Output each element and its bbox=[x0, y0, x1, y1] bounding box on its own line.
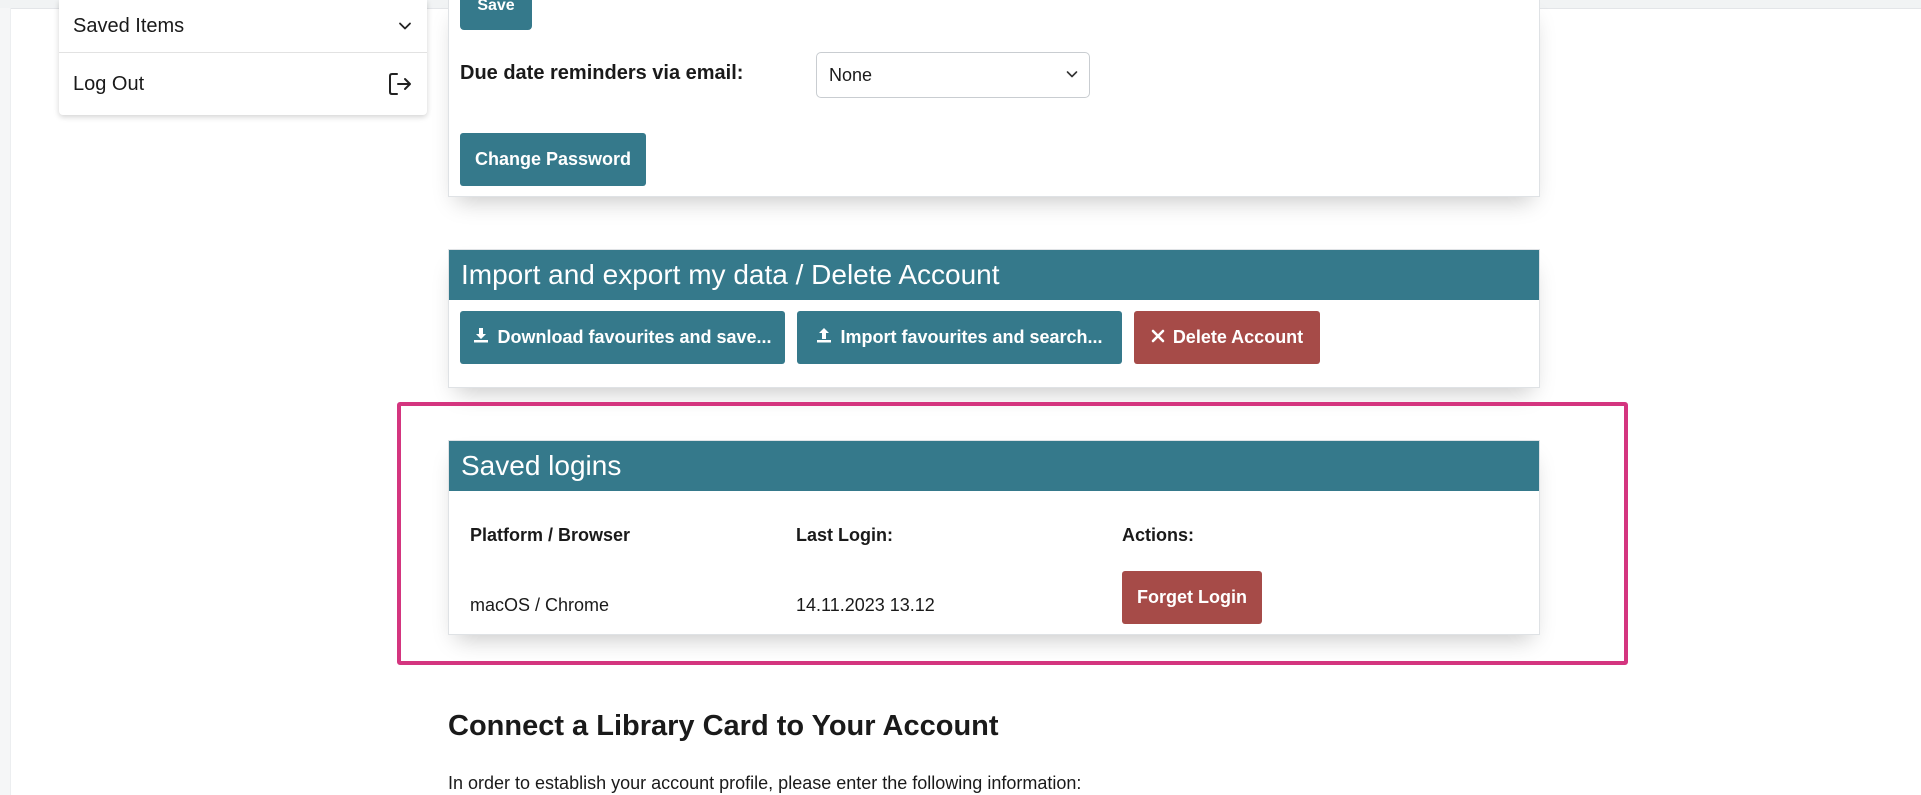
upload-icon bbox=[816, 327, 832, 348]
column-header-last-login: Last Login: bbox=[796, 525, 893, 545]
panel-title: Saved logins bbox=[449, 441, 1539, 491]
due-date-reminder-select[interactable]: None bbox=[816, 52, 1090, 98]
account-settings-panel: Save Due date reminders via email: None … bbox=[448, 0, 1540, 197]
sidebar-item-label: Log Out bbox=[73, 72, 145, 95]
page-left-edge bbox=[0, 8, 11, 795]
import-favourites-button[interactable]: Import favourites and search... bbox=[797, 311, 1122, 364]
saved-logins-table: Platform / Browser Last Login: Actions: … bbox=[449, 491, 1539, 636]
column-header-actions: Actions: bbox=[1122, 525, 1194, 545]
saved-logins-panel: Saved logins Platform / Browser Last Log… bbox=[448, 440, 1540, 635]
login-platform-cell: macOS / Chrome bbox=[470, 595, 610, 615]
delete-account-button[interactable]: Delete Account bbox=[1134, 311, 1320, 364]
download-favourites-button[interactable]: Download favourites and save... bbox=[460, 311, 785, 364]
sidebar-item-label: Saved Items bbox=[73, 14, 185, 37]
change-password-button[interactable]: Change Password bbox=[460, 133, 646, 186]
download-icon bbox=[473, 327, 489, 348]
sidebar-item-saved-items[interactable]: Saved Items bbox=[59, 0, 427, 52]
sidebar-item-log-out[interactable]: Log Out bbox=[59, 52, 427, 115]
section-title-library-card: Connect a Library Card to Your Account bbox=[448, 710, 999, 742]
login-last-login-cell: 14.11.2023 13.12 bbox=[796, 595, 935, 615]
library-card-intro-text: In order to establish your account profi… bbox=[448, 773, 1082, 793]
forget-login-button[interactable]: Forget Login bbox=[1122, 571, 1262, 624]
data-management-panel: Import and export my data / Delete Accou… bbox=[448, 249, 1540, 388]
select-value: None bbox=[829, 64, 873, 85]
due-date-reminder-label: Due date reminders via email: bbox=[460, 62, 744, 84]
chevron-down-icon bbox=[1065, 65, 1079, 86]
account-sidebar-menu: Saved Items Log Out bbox=[59, 0, 427, 115]
save-button[interactable]: Save bbox=[460, 0, 532, 30]
chevron-down-icon bbox=[397, 18, 413, 34]
panel-title: Import and export my data / Delete Accou… bbox=[449, 250, 1539, 300]
column-header-platform: Platform / Browser bbox=[470, 525, 631, 545]
logout-icon bbox=[387, 71, 413, 97]
close-icon bbox=[1151, 327, 1165, 348]
